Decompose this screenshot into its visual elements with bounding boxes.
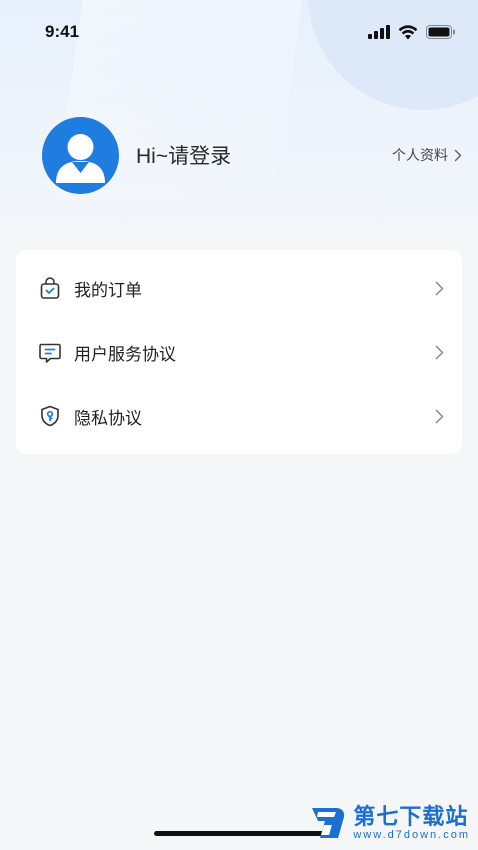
user-avatar-icon (56, 133, 105, 183)
status-icons (368, 24, 456, 40)
chevron-right-icon (435, 345, 444, 359)
shopping-bag-check-icon (40, 277, 60, 299)
message-doc-icon (39, 343, 61, 363)
watermark-title: 第七下载站 (353, 804, 469, 829)
profile-section: Hi~请登录 个人资料 (42, 116, 462, 194)
avatar[interactable] (42, 116, 119, 194)
status-time: 9:41 (45, 22, 80, 41)
menu-item-privacy-policy[interactable]: 隐私协议 (16, 384, 462, 448)
profile-link-label: 个人资料 (392, 147, 448, 163)
menu-item-label: 隐私协议 (74, 408, 142, 428)
battery-icon (426, 25, 455, 39)
home-indicator[interactable] (154, 831, 324, 836)
chevron-right-icon (435, 281, 444, 295)
profile-link[interactable]: 个人资料 (392, 145, 462, 165)
login-greeting[interactable]: Hi~请登录 (136, 140, 231, 170)
shield-key-icon (41, 405, 59, 427)
wifi-icon (398, 24, 418, 39)
watermark-url: www.d7down.com (353, 829, 470, 841)
menu-card: 我的订单 用户服务协议 隐私协议 (16, 250, 462, 454)
chevron-right-icon (435, 409, 444, 423)
status-bar: 9:41 (0, 0, 478, 64)
menu-item-label: 我的订单 (74, 280, 142, 300)
menu-item-my-orders[interactable]: 我的订单 (16, 256, 462, 320)
cellular-signal-icon (368, 25, 390, 39)
watermark: 第七下载站 www.d7down.com (309, 804, 470, 842)
menu-item-user-agreement[interactable]: 用户服务协议 (16, 320, 462, 384)
chevron-right-icon (454, 149, 462, 161)
menu-item-label: 用户服务协议 (74, 344, 176, 364)
d7-logo-icon (312, 808, 345, 838)
watermark-text: 第七下载站 www.d7down.com (353, 804, 470, 842)
